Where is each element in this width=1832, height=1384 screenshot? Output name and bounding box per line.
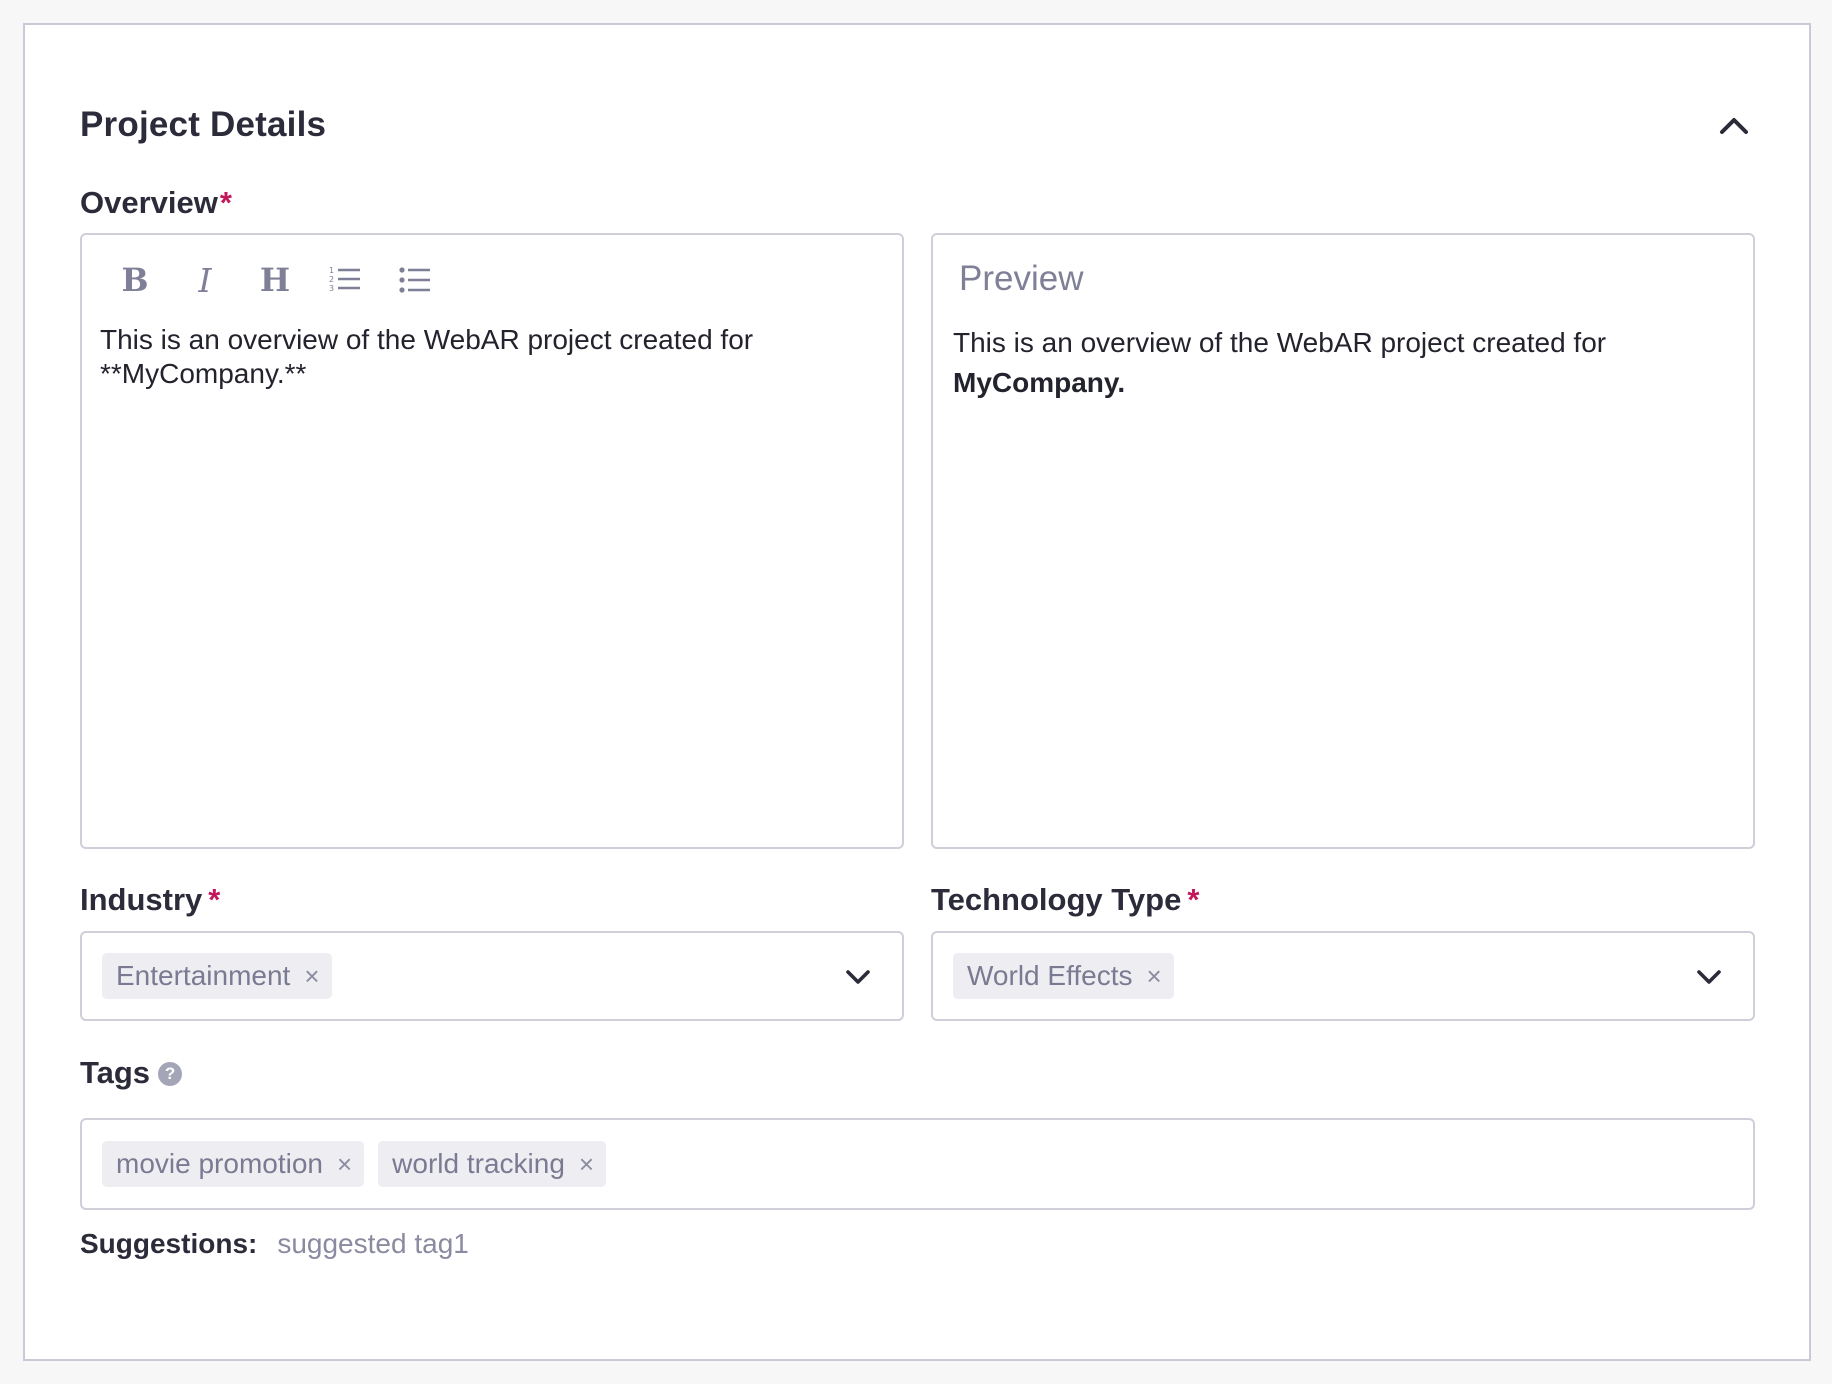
chevron-up-icon (1720, 118, 1748, 134)
overview-preview: Preview This is an overview of the WebAR… (931, 233, 1755, 849)
chip-label: movie promotion (116, 1148, 323, 1179)
suggestions-label: Suggestions: (80, 1228, 258, 1259)
project-details-card: Project Details Overview* B I H 123 This… (23, 23, 1811, 1361)
required-mark: * (219, 185, 232, 220)
overview-label-text: Overview (80, 185, 218, 220)
technology-select[interactable]: World Effects × (931, 931, 1755, 1021)
preview-title: Preview (959, 259, 1084, 298)
heading-button[interactable]: H (240, 249, 310, 311)
industry-select[interactable]: Entertainment × (80, 931, 904, 1021)
tag-chip: world tracking × (378, 1141, 607, 1187)
italic-button[interactable]: I (170, 249, 240, 311)
chip-label: World Effects (967, 960, 1133, 991)
industry-label: Industry * (80, 882, 220, 918)
collapse-button[interactable] (1714, 105, 1754, 145)
technology-label: Technology Type * (931, 882, 1199, 918)
tags-label: Tags? (80, 1055, 183, 1091)
remove-chip-icon[interactable]: × (1146, 963, 1161, 989)
technology-chips: World Effects × (953, 933, 1174, 1019)
overview-editor[interactable]: B I H 123 This is an overview of the Web… (80, 233, 904, 849)
tag-chip: movie promotion × (102, 1141, 365, 1187)
remove-chip-icon[interactable]: × (304, 963, 319, 989)
required-mark: * (208, 882, 221, 917)
svg-text:2: 2 (329, 275, 334, 284)
editor-toolbar: B I H 123 (100, 249, 450, 311)
preview-text-plain: This is an overview of the WebAR project… (953, 327, 1607, 358)
tags-label-text: Tags (80, 1055, 151, 1090)
svg-text:1: 1 (329, 266, 334, 275)
help-icon[interactable]: ? (158, 1062, 183, 1086)
section-title: Project Details (80, 105, 327, 144)
suggestions-row: Suggestions: suggested tag1 (80, 1228, 469, 1260)
preview-text-bold: MyCompany. (953, 367, 1126, 398)
tags-chips: movie promotion × world tracking × (102, 1120, 607, 1208)
bullet-list-icon (399, 267, 430, 293)
suggestion-item[interactable]: suggested tag1 (277, 1228, 469, 1260)
ordered-list-button[interactable]: 123 (310, 249, 380, 311)
ordered-list-icon: 123 (329, 266, 360, 293)
chevron-down-icon[interactable] (1691, 959, 1727, 995)
preview-text: This is an overview of the WebAR project… (953, 323, 1723, 403)
chip: World Effects × (953, 953, 1174, 999)
chevron-down-icon[interactable] (840, 959, 876, 995)
chip-label: Entertainment (116, 960, 291, 991)
bullet-list-button[interactable] (380, 249, 450, 311)
editor-textarea[interactable]: This is an overview of the WebAR project… (100, 323, 872, 391)
chip: Entertainment × (102, 953, 332, 999)
svg-text:3: 3 (329, 284, 334, 293)
technology-label-text: Technology Type (931, 882, 1182, 917)
bold-button[interactable]: B (100, 249, 170, 311)
overview-label: Overview* (80, 185, 232, 221)
industry-chips: Entertainment × (102, 933, 332, 1019)
required-mark: * (1187, 882, 1200, 917)
remove-chip-icon[interactable]: × (337, 1151, 352, 1177)
chip-label: world tracking (392, 1148, 565, 1179)
industry-label-text: Industry (80, 882, 203, 917)
remove-chip-icon[interactable]: × (579, 1151, 594, 1177)
section-header[interactable]: Project Details (80, 77, 1754, 173)
tags-input[interactable]: movie promotion × world tracking × (80, 1118, 1755, 1210)
